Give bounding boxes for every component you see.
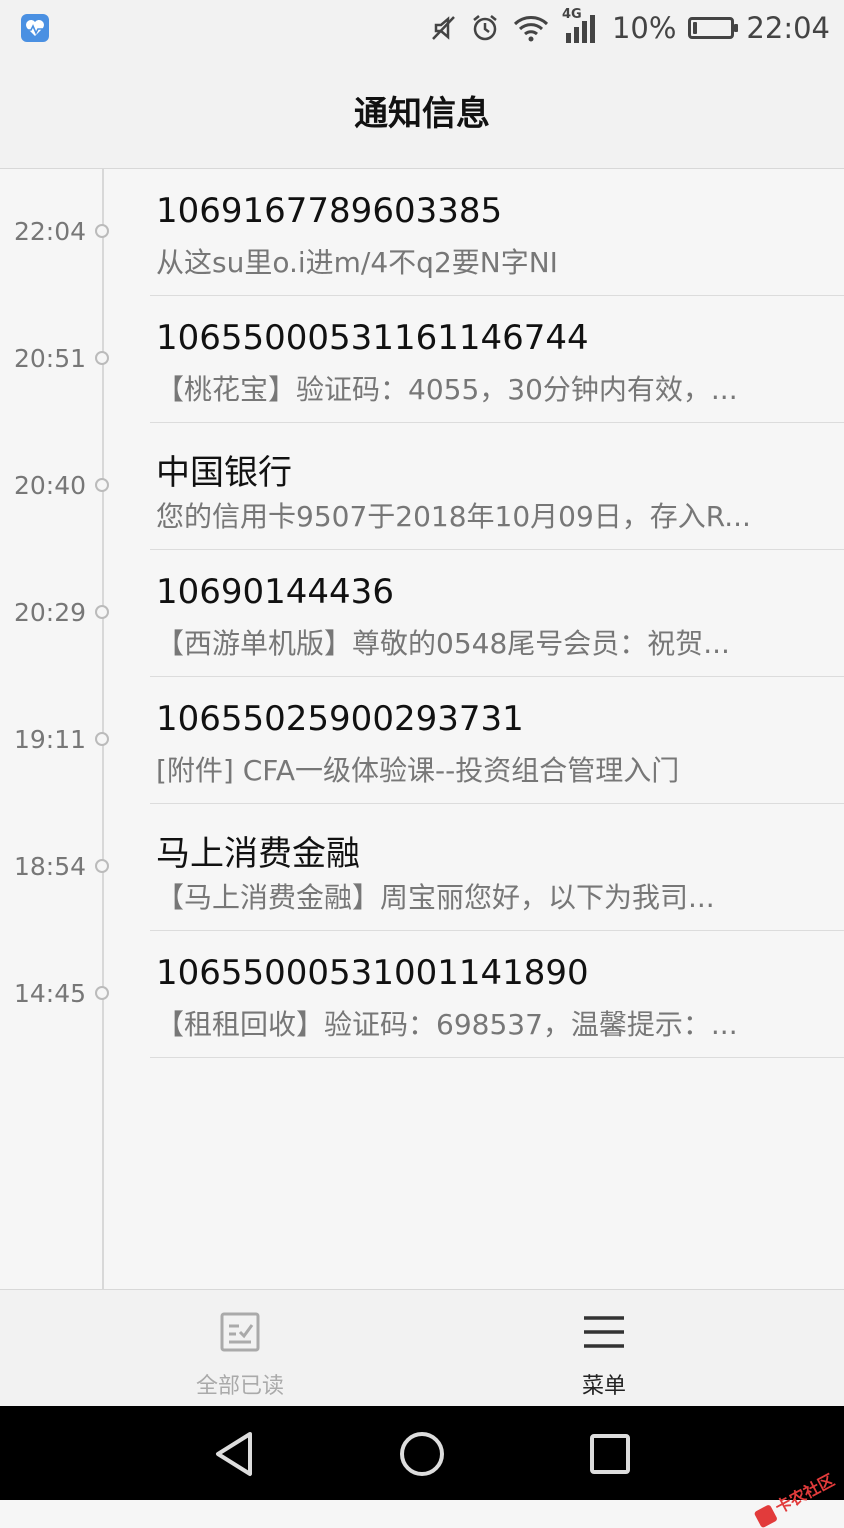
message-time: 22:04 — [14, 217, 87, 246]
timeline-dot — [95, 986, 109, 1000]
message-time: 18:54 — [14, 852, 87, 881]
message-preview: 【桃花宝】验证码：4055，30分钟内有效，... — [156, 373, 738, 406]
timeline-dot — [95, 478, 109, 492]
watermark-text: 卡农社区 — [772, 1470, 838, 1518]
menu-button[interactable]: 菜单 — [504, 1290, 704, 1407]
system-nav-bar: 卡农社区 — [0, 1406, 844, 1528]
status-time: 22:04 — [746, 11, 830, 45]
timeline-dot — [95, 732, 109, 746]
timeline-dot — [95, 224, 109, 238]
message-item[interactable]: 20:51 1065500053116114​6744 【桃花宝】验证码：4055，… — [0, 296, 844, 423]
message-item[interactable]: 20:29 10690144436 【西游单机版】尊敬的0548尾号会员：祝贺... — [0, 550, 844, 677]
message-list: 22:04 1069167789603385 从这su里o.i进m/4不q2要N字N… — [0, 169, 844, 1058]
battery-fill — [693, 22, 698, 34]
message-item[interactable]: 19:11 10655025900293731 [附件] CFA一级体验课--投资组… — [0, 677, 844, 804]
page-title: 通知信息 — [354, 94, 490, 134]
back-icon[interactable] — [208, 1428, 260, 1480]
timeline-dot — [95, 605, 109, 619]
bottom-toolbar: 全部已读 菜单 — [0, 1289, 844, 1407]
watermark: 卡农社区 — [751, 1467, 838, 1528]
message-item[interactable]: 22:04 1069167789603385 从这su里o.i进m/4不q2要N字N… — [0, 169, 844, 296]
message-item[interactable]: 20:40 中国银行您的信用卡9507于2018年10月09日，存入R... — [0, 423, 844, 550]
message-item[interactable]: 18:54 马上消费金融【马上消费金融】周宝丽您好，以下为我司... — [0, 804, 844, 931]
message-preview: 您的信用卡9507于2018年10月09日，存入R... — [156, 500, 751, 533]
watermark-logo-icon — [753, 1503, 778, 1528]
cellular-signal: 4G — [562, 7, 600, 45]
message-sender: 10690144436 — [156, 572, 394, 612]
health-app-icon — [21, 14, 49, 42]
message-time: 14:45 — [14, 979, 87, 1008]
message-sender: 马上消费金融 — [156, 834, 360, 874]
menu-label: 菜单 — [581, 1374, 626, 1399]
divider — [150, 1057, 844, 1058]
mute-icon — [432, 16, 455, 40]
alarm-icon — [473, 15, 497, 41]
message-time: 20:29 — [14, 598, 87, 627]
message-sender: 中国银行 — [156, 453, 292, 493]
message-time: 20:51 — [14, 344, 87, 373]
recent-apps-icon[interactable] — [584, 1428, 636, 1480]
mark-all-read-label: 全部已读 — [195, 1374, 284, 1399]
message-time: 19:11 — [14, 725, 87, 754]
status-indicators: 4G 10% 22:04 — [428, 7, 830, 48]
message-preview: 【租租回收】验证码：698537，温馨提示：... — [156, 1008, 738, 1041]
message-sender: 1069167789603385 — [156, 191, 503, 231]
menu-icon — [584, 1316, 624, 1348]
battery-percent: 10% — [611, 11, 677, 45]
message-preview: 【西游单机版】尊敬的0548尾号会员：祝贺... — [156, 627, 730, 660]
signal-icon — [565, 15, 595, 43]
home-icon[interactable] — [396, 1428, 448, 1480]
message-item[interactable]: 14:45 10655000531001141890 【租租回收】验证码：69853… — [0, 931, 844, 1058]
message-sender: 10655025900293731 — [156, 699, 524, 739]
mark-read-icon — [220, 1312, 260, 1352]
message-preview: 【马上消费金融】周宝丽您好，以下为我司... — [156, 881, 715, 914]
mark-all-read-button[interactable]: 全部已读 — [140, 1290, 340, 1407]
message-sender: 1065500053116114​6744 — [156, 318, 589, 358]
wifi-icon — [513, 16, 548, 42]
timeline-dot — [95, 351, 109, 365]
status-bar: 4G 10% 22:04 — [0, 0, 844, 56]
title-bar: 通知信息 — [0, 56, 844, 169]
timeline-dot — [95, 859, 109, 873]
message-preview: 从这su里o.i进m/4不q2要N字NI — [156, 246, 558, 279]
message-preview: [附件] CFA一级体验课--投资组合管理入门 — [156, 754, 680, 787]
message-sender: 10655000531001141890 — [156, 953, 589, 993]
message-time: 20:40 — [14, 471, 87, 500]
battery-icon — [688, 17, 739, 39]
